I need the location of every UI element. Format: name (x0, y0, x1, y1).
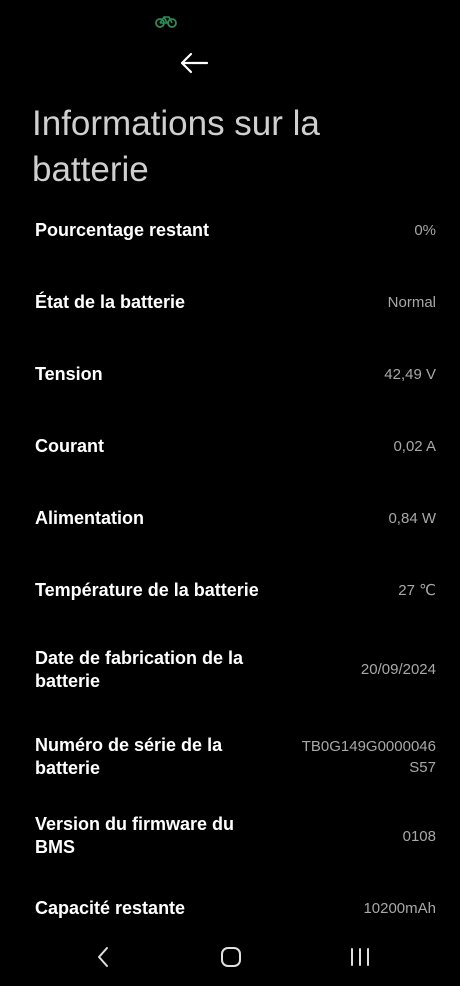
list-item-serial-number: Numéro de série de la batterie TB0G149G0… (0, 713, 460, 800)
bike-icon (155, 13, 177, 29)
system-nav-bar (0, 936, 460, 986)
row-value: 0% (414, 221, 436, 239)
row-label: Courant (35, 435, 104, 456)
row-label: Numéro de série de la batterie (35, 734, 223, 778)
list-item-remaining-capacity: Capacité restante 10200mAh (0, 872, 460, 944)
back-button[interactable] (176, 50, 212, 80)
nav-recents-button[interactable] (338, 944, 382, 974)
home-rounded-square-icon (220, 946, 242, 973)
list-item-power: Alimentation 0,84 W (0, 482, 460, 554)
row-value: 27 ℃ (398, 581, 436, 599)
recents-bars-icon (349, 946, 371, 973)
nav-back-button[interactable] (81, 944, 125, 974)
row-value: 0,02 A (393, 437, 436, 455)
chevron-left-icon (96, 946, 110, 973)
row-value: 42,49 V (384, 365, 436, 383)
row-value: 20/09/2024 (360, 661, 436, 678)
list-item-bms-firmware: Version du firmware du BMS 0108 (0, 800, 460, 872)
arrow-left-icon (179, 52, 209, 79)
row-value: Normal (387, 293, 436, 311)
row-label: Pourcentage restant (35, 219, 210, 240)
list-item-manufacture-date: Date de fabrication de la batterie 20/09… (0, 626, 460, 713)
row-label: État de la batterie (35, 291, 186, 312)
list-item-battery-state: État de la batterie Normal (0, 266, 460, 338)
row-label: Tension (35, 363, 103, 384)
row-label: Version du firmware du BMS (35, 814, 235, 857)
row-label: Capacité restante (35, 897, 186, 918)
list-item-remaining-percentage: Pourcentage restant 0% (0, 194, 460, 266)
row-label: Date de fabrication de la batterie (35, 647, 244, 691)
battery-info-list: Pourcentage restant 0% État de la batter… (0, 194, 460, 944)
row-label: Alimentation (35, 507, 145, 528)
row-value: 0,84 W (388, 509, 436, 527)
row-value: TB0G149G0000046S57 (301, 737, 436, 776)
list-item-battery-temperature: Température de la batterie 27 ℃ (0, 554, 460, 626)
row-value: 10200mAh (363, 899, 436, 917)
list-item-voltage: Tension 42,49 V (0, 338, 460, 410)
row-value: 0108 (402, 827, 436, 845)
page-title: Informations sur la batterie (32, 104, 320, 189)
list-item-current: Courant 0,02 A (0, 410, 460, 482)
row-label: Température de la batterie (35, 579, 259, 600)
nav-home-button[interactable] (209, 944, 253, 974)
